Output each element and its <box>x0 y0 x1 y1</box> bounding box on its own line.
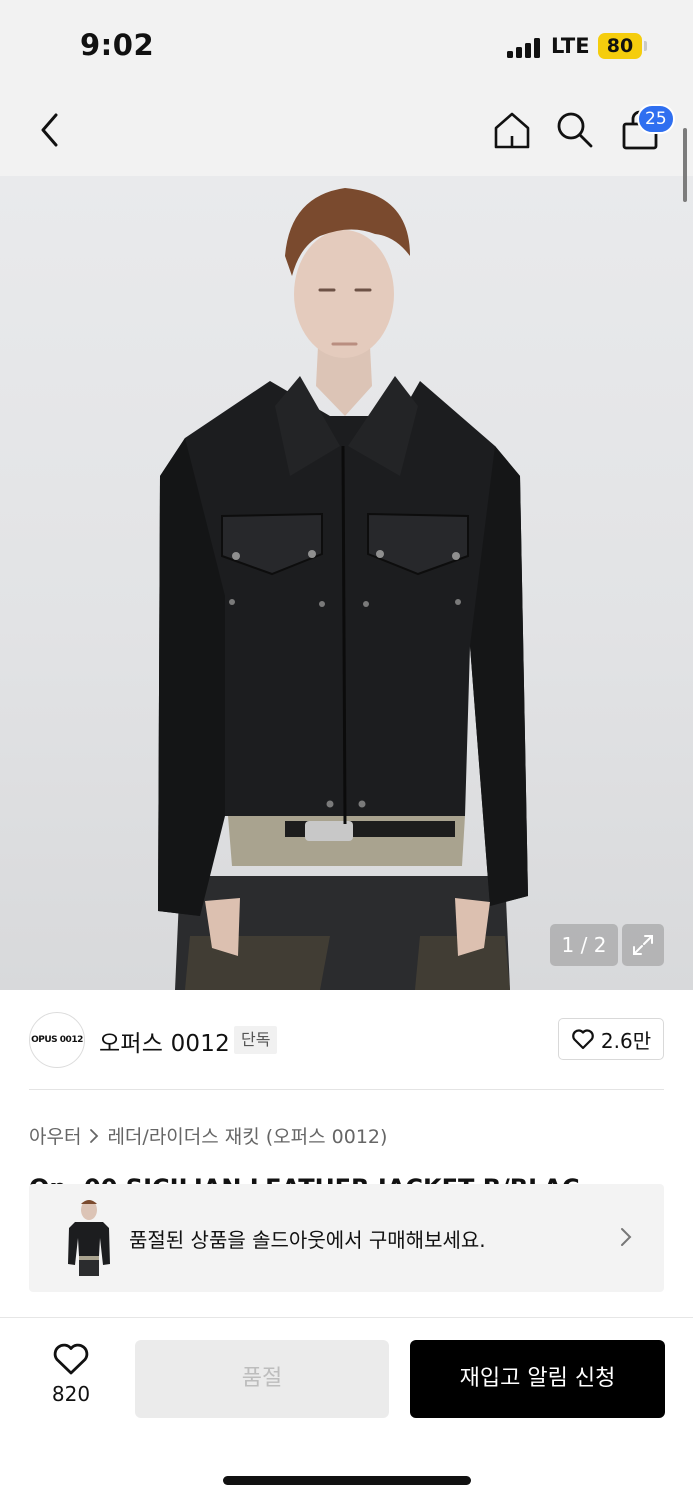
search-icon <box>557 112 593 148</box>
brand-name[interactable]: 오퍼스 0012 <box>99 1024 230 1058</box>
product-photo <box>158 188 528 990</box>
battery-tip <box>644 41 647 51</box>
battery-icon: 80 <box>598 33 642 59</box>
home-icon <box>494 112 530 149</box>
cellular-signal-icon <box>507 38 541 58</box>
section-divider <box>29 1089 664 1090</box>
product-thumbnail <box>53 1198 125 1278</box>
chevron-right-icon <box>90 1128 99 1143</box>
status-time: 9:02 <box>80 28 155 62</box>
breadcrumb: 아우터 레더/라이더스 재킷 (오퍼스 0012) <box>29 1122 387 1149</box>
heart-outline-icon <box>572 1029 594 1050</box>
chevron-right-icon <box>621 1228 632 1246</box>
battery-level: 80 <box>606 35 634 57</box>
soldout-banner[interactable]: 품절된 상품을 솔드아웃에서 구매해보세요. <box>29 1184 664 1292</box>
back-button[interactable] <box>26 106 74 154</box>
product-image-gallery[interactable] <box>0 176 693 990</box>
home-button[interactable] <box>488 106 536 154</box>
cart-count-badge: 25 <box>637 104 675 134</box>
heart-outline-icon <box>53 1343 89 1375</box>
chevron-left-icon <box>41 113 58 147</box>
status-bar: 9:02 LTE 80 <box>0 0 693 92</box>
soldout-button[interactable]: 품절 <box>135 1340 389 1418</box>
restock-alert-button[interactable]: 재입고 알림 신청 <box>410 1340 665 1418</box>
search-button[interactable] <box>551 106 599 154</box>
wishlist-button[interactable]: 820 <box>40 1342 102 1406</box>
brand-logo[interactable]: OPUS 0012 <box>29 1012 85 1068</box>
scroll-indicator[interactable] <box>683 128 687 202</box>
network-type: LTE <box>551 34 590 58</box>
breadcrumb-category[interactable]: 아우터 <box>29 1122 81 1149</box>
soldout-banner-text: 품절된 상품을 솔드아웃에서 구매해보세요. <box>129 1228 486 1252</box>
wishlist-count: 820 <box>51 1382 91 1406</box>
breadcrumb-subcategory[interactable]: 레더/라이더스 재킷 (오퍼스 0012) <box>107 1122 387 1149</box>
brand-like-count: 2.6만 <box>600 1028 652 1053</box>
home-indicator <box>223 1476 471 1485</box>
exclusive-tag: 단독 <box>234 1026 278 1054</box>
expand-button[interactable] <box>622 924 664 966</box>
image-counter: 1 / 2 <box>550 924 618 966</box>
brand-like-button[interactable]: 2.6만 <box>558 1018 664 1060</box>
expand-icon <box>633 935 653 955</box>
